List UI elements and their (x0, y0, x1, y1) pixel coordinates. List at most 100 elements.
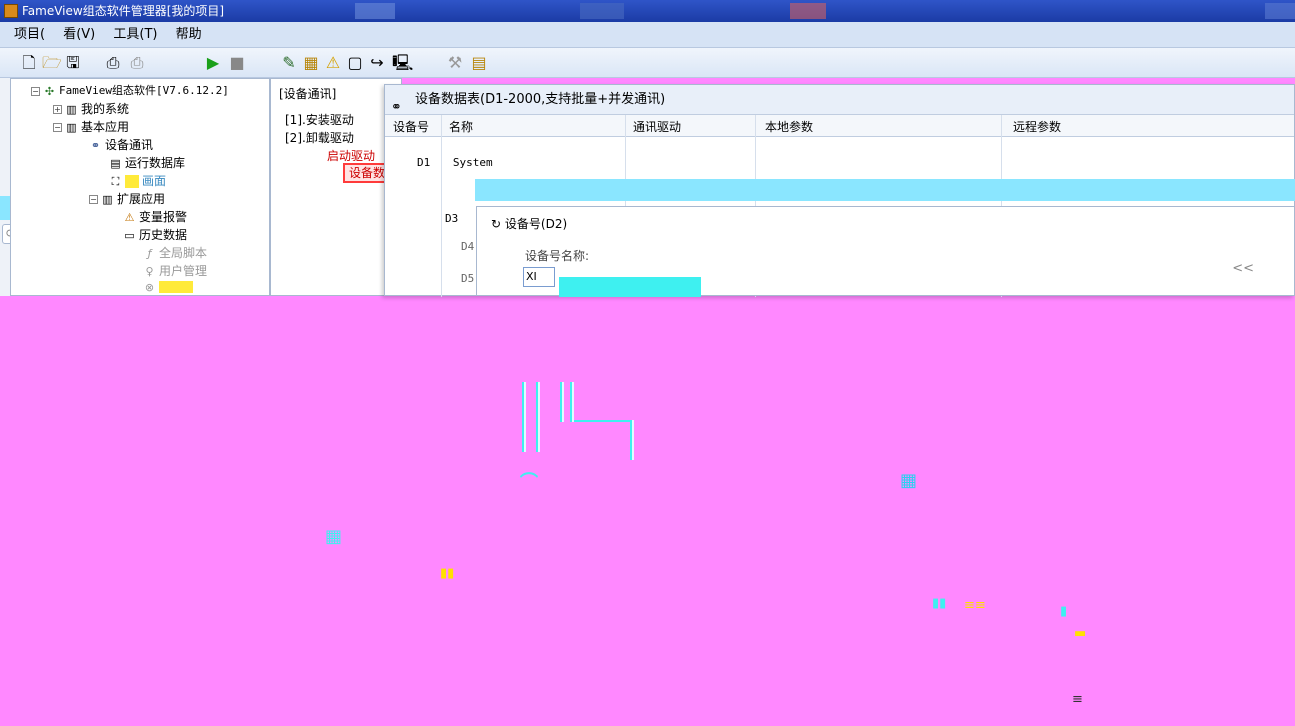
col-divider (441, 115, 442, 297)
monitor-icon[interactable]: 🖳 (392, 54, 413, 72)
col-name[interactable]: 名称 (449, 118, 473, 135)
artifact-speck: ≡ (1072, 692, 1083, 707)
save-icon[interactable]: 🖫 (64, 54, 82, 72)
collapse-icon[interactable]: − (31, 86, 40, 96)
device-name-input[interactable]: XI (523, 267, 555, 287)
col-device-no[interactable]: 设备号 (393, 118, 429, 135)
refresh-icon: ↻ (491, 217, 502, 231)
user-icon: ♀ (145, 264, 154, 278)
artifact-glyph: ▦ (900, 470, 918, 491)
network-icon: ✣ (44, 84, 55, 98)
tree-item-extra[interactable]: ⊗ (143, 279, 193, 295)
window-title: FameView组态软件管理器[我的项目] (22, 4, 225, 18)
tree-item-user-mgmt[interactable]: ♀ 用户管理 (143, 263, 207, 279)
screen-badge (125, 174, 139, 188)
device-table-title: 设备数据表(D1-2000,支持批量+并发通讯) (415, 92, 666, 107)
table-row[interactable]: D4 (461, 237, 474, 257)
tree-root[interactable]: − ✣ FameView组态软件[V7.6.12.2] (31, 83, 229, 99)
table-row[interactable]: D3 (445, 209, 458, 229)
uninstall-driver-link[interactable]: [2].卸载驱动 (285, 129, 354, 146)
history-icon: ▭ (124, 228, 135, 242)
artifact-bar (630, 420, 634, 460)
menu-view[interactable]: 看(V) (63, 27, 95, 42)
tree-item-ext-app[interactable]: − ▥ 扩展应用 (89, 191, 165, 207)
menu-bar: 项目( 看(V) 工具(T) 帮助 (0, 22, 1295, 48)
preview-icon[interactable]: ⎙ (128, 54, 146, 72)
tools-icon[interactable]: ⚒ (446, 54, 464, 72)
tree-item-screen[interactable]: ⛶ 画面 (109, 173, 166, 189)
table-row[interactable]: D2 (417, 181, 430, 201)
help-book-icon[interactable]: ▤ (470, 54, 488, 72)
artifact-line (574, 420, 630, 422)
toolbar: 🗋 🗁 🖫 ⎙ ⎙ ▶ ■ ✎ ▦ ⚠ ▢ ↪ 🖳 ⚒ ▤ (0, 48, 1295, 78)
title-bar: FameView组态软件管理器[我的项目] (0, 0, 1295, 22)
run-icon[interactable]: ▶ (204, 54, 222, 72)
database-icon[interactable]: ▦ (302, 54, 320, 72)
device-edit-dialog: ↻ 设备号(D2) 设备号名称: XI << (476, 206, 1295, 297)
artifact-speck: ▮ (1060, 604, 1068, 619)
menu-tools[interactable]: 工具(T) (113, 27, 157, 42)
title-deco (790, 3, 826, 19)
screen-icon: ⛶ (111, 174, 120, 188)
col-local-params[interactable]: 本地参数 (765, 118, 813, 135)
table-header: 设备号 名称 通讯驱动 本地参数 远程参数 (385, 115, 1294, 137)
stop-icon[interactable]: ■ (228, 54, 246, 72)
tree-item-basic-app[interactable]: − ▥ 基本应用 (53, 119, 129, 135)
app-window: FameView组态软件管理器[我的项目] 项目( 看(V) 工具(T) 帮助 … (0, 0, 1295, 726)
artifact-speck: ▮▮ (440, 566, 455, 581)
artifact-bar (536, 382, 540, 452)
install-driver-link[interactable]: [1].安装驱动 (285, 111, 354, 128)
command-panel: [设备通讯] [1].安装驱动 [2].卸载驱动 启动驱动 设备数据表 (270, 78, 413, 296)
device-name-label: 设备号名称: (525, 249, 590, 263)
tree-item-device-comm[interactable]: ⚭ 设备通讯 (89, 137, 153, 153)
artifact-glyph: ⌒ (520, 472, 538, 493)
table-row[interactable]: D1 System (417, 153, 493, 173)
export-icon[interactable]: ↪ (368, 54, 386, 72)
tree-item-my-system[interactable]: + ▥ 我的系统 (53, 101, 129, 117)
dialog-field-highlight (559, 277, 701, 297)
col-driver[interactable]: 通讯驱动 (633, 118, 681, 135)
alarm-icon[interactable]: ⚠ (324, 54, 342, 72)
tree-item-runtime-db[interactable]: ▤ 运行数据库 (109, 155, 185, 171)
building-icon: ▥ (102, 192, 113, 206)
table-row[interactable]: D5 (461, 269, 474, 283)
building-icon: ▥ (66, 120, 77, 134)
building-icon: ▥ (66, 102, 77, 116)
artifact-speck: ▬ (1074, 626, 1087, 641)
start-driver-link[interactable]: 启动驱动 (327, 147, 375, 164)
command-header: [设备通讯] (279, 87, 337, 101)
open-folder-icon[interactable]: 🗁 (42, 54, 62, 72)
print-icon[interactable]: ⎙ (104, 54, 122, 72)
device-table-titlebar: ⚭ 设备数据表(D1-2000,支持批量+并发通讯) (385, 85, 1294, 115)
device-comm-icon: ⚭ (90, 138, 101, 152)
collapse-icon[interactable]: − (53, 122, 62, 132)
col-remote-params[interactable]: 远程参数 (1013, 118, 1061, 135)
new-file-icon[interactable]: 🗋 (20, 54, 38, 72)
selected-row-highlight (475, 179, 1295, 201)
report-icon[interactable]: ▢ (346, 54, 364, 72)
edit-icon[interactable]: ✎ (280, 54, 298, 72)
script-icon: ƒ (147, 246, 152, 260)
tree-item-history[interactable]: ▭ 历史数据 (123, 227, 187, 243)
title-deco (1265, 3, 1295, 19)
project-tree: − ✣ FameView组态软件[V7.6.12.2] + ▥ 我的系统 − ▥… (10, 78, 270, 296)
menu-project[interactable]: 项目( (14, 27, 45, 42)
tree-item-alarm[interactable]: ⚠ 变量报警 (123, 209, 187, 225)
menu-help[interactable]: 帮助 (176, 27, 202, 42)
app-icon (4, 4, 18, 18)
artifact-bar (560, 382, 564, 422)
artifact-speck: ≡≡ (964, 598, 986, 613)
artifact-bar (522, 382, 526, 452)
collapse-button[interactable]: << (1232, 261, 1254, 276)
collapse-icon[interactable]: − (89, 194, 98, 204)
artifact-glyph: ▦ (325, 526, 343, 547)
artifact-bar (570, 382, 574, 422)
artifact-speck: ▮▮ (932, 596, 947, 611)
database-icon: ▤ (110, 156, 121, 170)
layers-icon: ⊗ (144, 280, 155, 294)
expand-icon[interactable]: + (53, 104, 62, 114)
tree-item-global-script[interactable]: ƒ 全局脚本 (143, 245, 207, 261)
title-deco (355, 3, 395, 19)
dialog-title: ↻ 设备号(D2) (491, 217, 568, 231)
title-deco (580, 3, 624, 19)
